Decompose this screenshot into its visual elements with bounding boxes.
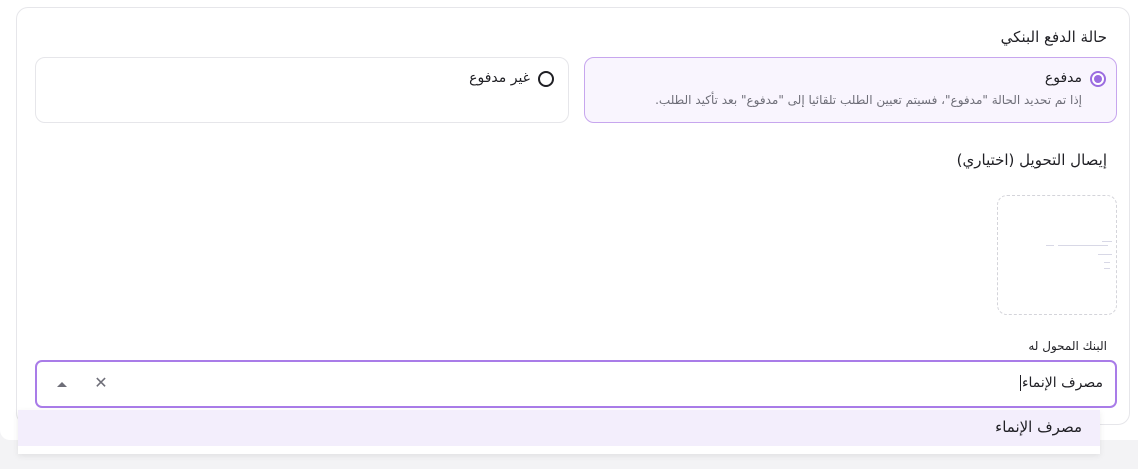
bank-select-value[interactable]: مصرف الإنماء — [1019, 375, 1103, 391]
paid-option-help: إذا تم تحديد الحالة "مدفوع"، فسيتم تعيين… — [655, 93, 1082, 107]
thumbnail-detail — [1046, 245, 1054, 246]
paid-radio-icon[interactable] — [1090, 71, 1106, 87]
thumbnail-detail — [1098, 254, 1112, 255]
receipt-title: إيصال التحويل (اختياري) — [956, 151, 1107, 169]
close-icon[interactable]: ✕ — [93, 375, 109, 391]
dropdown-item[interactable]: مصرف الإنماء — [18, 410, 1100, 446]
unpaid-radio-icon[interactable] — [538, 71, 554, 87]
unpaid-option[interactable]: غير مدفوع — [35, 57, 569, 123]
chevron-up-icon[interactable] — [57, 382, 67, 387]
bank-dropdown-menu: مصرف الإنماء — [18, 410, 1100, 454]
bank-field-label: البنك المحول له — [1028, 339, 1107, 353]
unpaid-option-label: غير مدفوع — [469, 70, 530, 86]
paid-option[interactable]: مدفوع إذا تم تحديد الحالة "مدفوع"، فسيتم… — [584, 57, 1117, 123]
paid-option-label: مدفوع — [1044, 70, 1082, 86]
thumbnail-detail — [1104, 262, 1110, 263]
payment-status-title: حالة الدفع البنكي — [1000, 28, 1107, 46]
thumbnail-detail — [1104, 268, 1110, 269]
bank-select[interactable]: مصرف الإنماء ✕ — [35, 360, 1117, 408]
thumbnail-detail — [1058, 245, 1108, 246]
payment-card: حالة الدفع البنكي مدفوع إذا تم تحديد الح… — [16, 7, 1130, 425]
dropdown-item-label: مصرف الإنماء — [995, 418, 1082, 436]
receipt-thumbnail[interactable] — [997, 195, 1117, 315]
thumbnail-detail — [1102, 241, 1112, 242]
